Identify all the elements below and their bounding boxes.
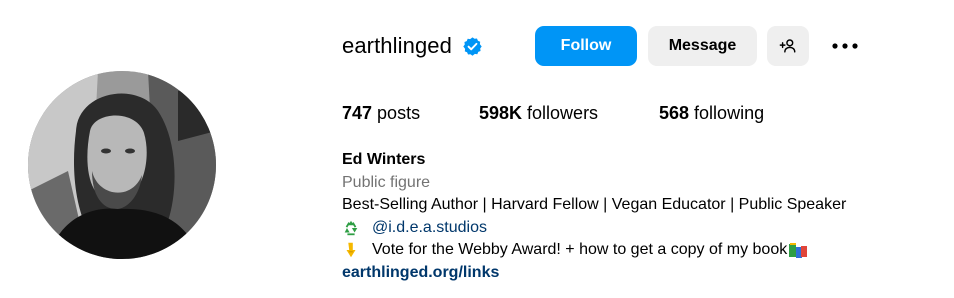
following-count: 568 [659,103,690,123]
username: earthlinged [342,33,452,58]
cta-line: Vote for the Webby Award! + how to get a… [342,239,942,262]
followers-count: 598K [479,103,523,123]
verified-badge-icon [462,36,483,57]
bio-section: Ed Winters Public figure Best-Selling Au… [342,149,942,284]
more-options-icon [832,43,858,49]
posts-count: 747 [342,103,373,123]
external-link[interactable]: earthlinged.org/links [342,262,942,285]
message-button[interactable]: Message [648,26,757,66]
suggested-accounts-button[interactable] [767,26,809,66]
followers-label: followers [522,103,599,123]
bio-text: Best-Selling Author | Harvard Fellow | V… [342,196,847,213]
username-row: earthlinged [342,26,483,66]
posts-label: posts [372,103,421,123]
followers-stat[interactable]: 598K followers [479,101,598,125]
pointing-down-emoji [342,241,362,259]
more-options-button[interactable] [828,34,862,58]
avatar-photo [28,71,216,259]
add-user-icon [779,39,796,53]
category-label: Public figure [342,173,431,191]
avatar[interactable] [28,71,216,259]
full-name: Ed Winters [342,151,426,168]
recycle-icon [342,219,362,237]
following-label: following [689,103,765,123]
follow-button[interactable]: Follow [535,26,637,66]
following-stat[interactable]: 568 following [659,101,764,125]
threads-handle-link[interactable]: @i.d.e.a.studios [372,217,487,240]
profile-header: earthlinged Follow Message 747 posts 598… [0,0,954,298]
threads-line: @i.d.e.a.studios [342,217,942,240]
books-emoji [788,241,808,259]
cta-text: Vote for the Webby Award! + how to get a… [372,241,788,258]
posts-stat: 747 posts [342,101,420,125]
